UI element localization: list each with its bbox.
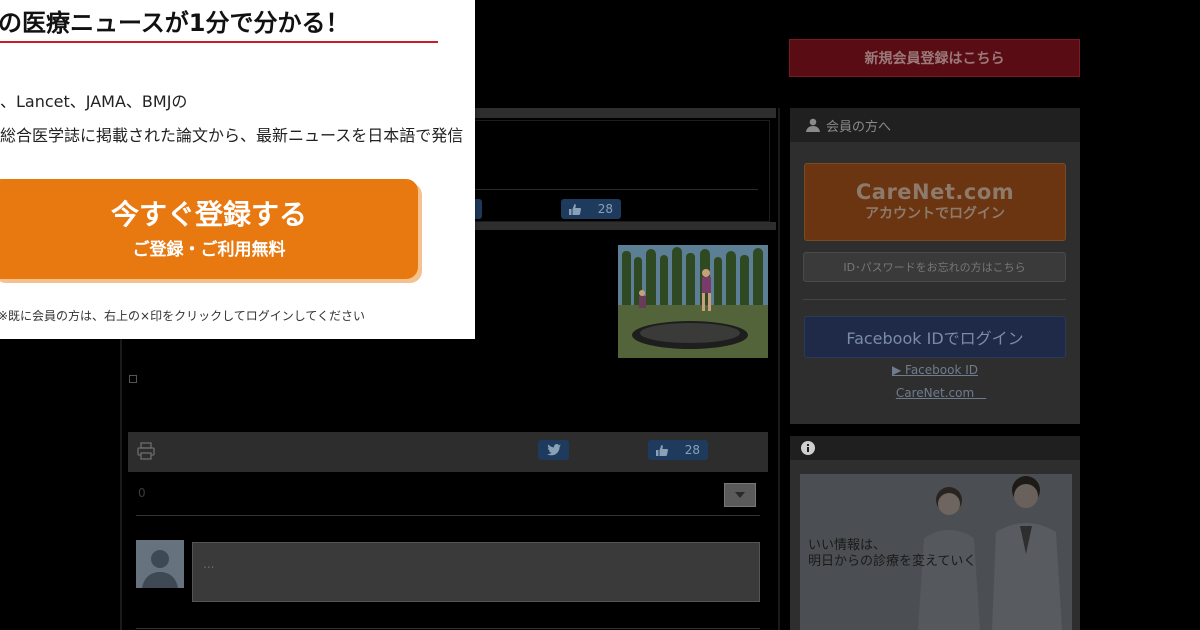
article-thumbnail[interactable] <box>618 245 768 358</box>
category-icon <box>129 375 137 383</box>
twitter-share-button[interactable] <box>538 440 569 460</box>
carenet-login-subtitle: アカウントでログイン <box>865 206 1005 223</box>
chevron-down-icon <box>735 492 745 498</box>
thumbs-up-icon <box>656 444 668 456</box>
carenet-login-button[interactable]: CareNet.com アカウントでログイン <box>804 163 1066 241</box>
avatar <box>136 540 184 588</box>
comment-placeholder: ... <box>203 557 215 571</box>
divider <box>470 189 758 190</box>
promo-text-line2: 明日からの診療を変えていく <box>808 554 977 569</box>
register-now-label: 今すぐ登録する <box>110 197 307 231</box>
trampoline-photo <box>618 245 768 358</box>
comment-input[interactable]: ... <box>192 542 760 602</box>
comment-count: 0 <box>138 486 146 500</box>
modal-title: の医療ニュースが1分で分かる！ <box>0 9 350 37</box>
modal-description-line2: 総合医学誌に掲載された論文から、最新ニュースを日本語で発信 <box>0 126 464 145</box>
register-button[interactable]: 新規会員登録はこちら <box>789 39 1080 77</box>
carenet-help-link[interactable]: CareNet.com <box>860 384 1010 401</box>
facebook-login-button[interactable]: Facebook IDでログイン <box>804 316 1066 358</box>
twitter-icon <box>546 444 561 456</box>
user-icon <box>806 118 820 132</box>
comment-sort-dropdown[interactable] <box>724 483 756 507</box>
info-icon <box>801 441 815 455</box>
member-panel-header: 会員の方へ <box>790 108 1080 142</box>
like-button[interactable]: 28 <box>648 440 708 460</box>
modal-description-line1: 、Lancet、JAMA、BMJの <box>0 92 188 111</box>
user-silhouette-icon <box>136 540 184 588</box>
forgot-password-button[interactable]: ID･パスワードをお忘れの方はこちら <box>803 252 1066 282</box>
divider <box>136 515 760 516</box>
modal-login-note: ※既に会員の方は、右上の×印をクリックしてログインしてください <box>0 309 366 323</box>
register-free-label: ご登録・ご利用無料 <box>132 240 286 261</box>
like-count: 28 <box>684 443 700 457</box>
thumbs-up-icon <box>569 203 581 215</box>
divider <box>803 299 1066 300</box>
info-panel-header <box>790 436 1080 460</box>
divider <box>136 628 760 629</box>
facebook-help-link[interactable]: ▶ Facebook ID <box>860 363 1010 377</box>
carenet-login-title: CareNet.com <box>855 179 1015 204</box>
member-panel-title: 会員の方へ <box>826 119 892 135</box>
like-count: 28 <box>597 202 613 216</box>
registration-modal: の医療ニュースが1分で分かる！ 、Lancet、JAMA、BMJの 総合医学誌に… <box>0 0 475 339</box>
register-now-button[interactable]: 今すぐ登録する ご登録・ご利用無料 <box>0 179 418 279</box>
promo-banner[interactable]: いい情報は、 明日からの診療を変えていく <box>800 474 1072 630</box>
modal-title-underline <box>0 41 438 43</box>
like-button[interactable]: 28 <box>561 199 621 219</box>
print-icon[interactable] <box>137 442 155 464</box>
